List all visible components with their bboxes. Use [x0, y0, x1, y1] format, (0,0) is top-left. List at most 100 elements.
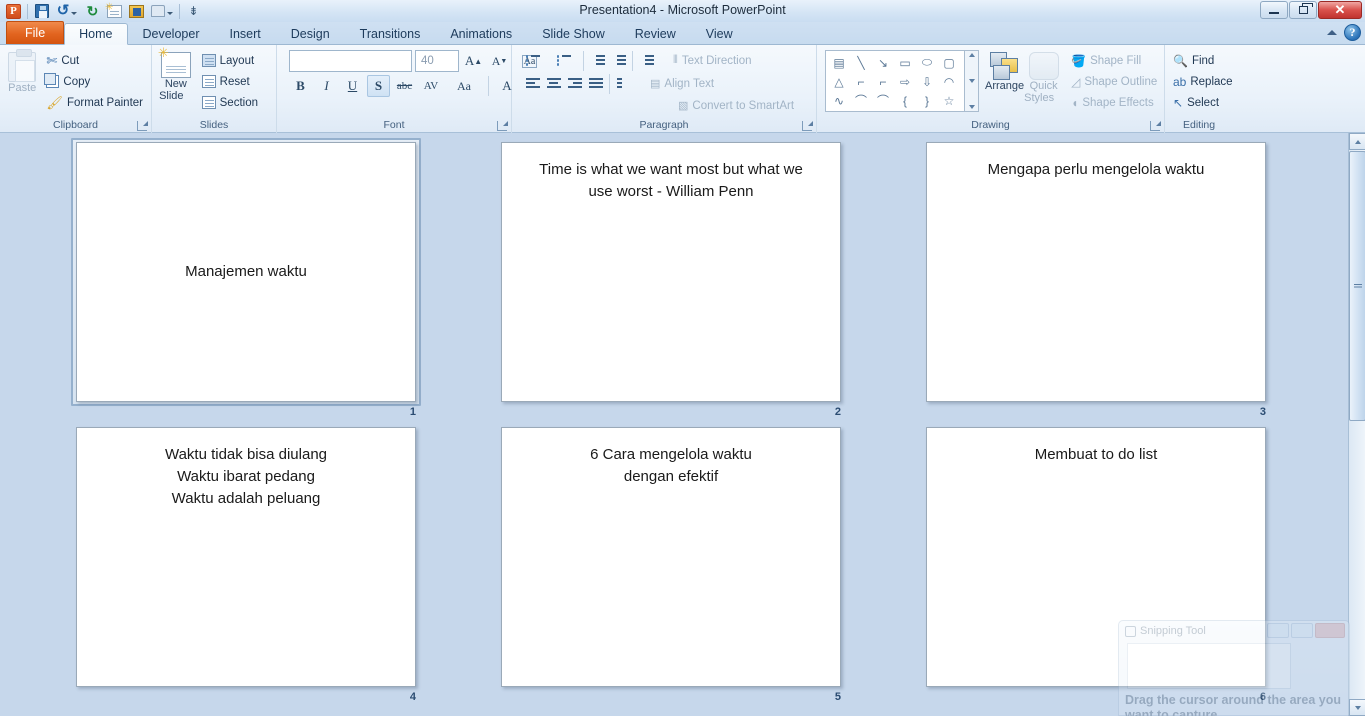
- tab-developer[interactable]: Developer: [128, 22, 215, 44]
- section-button[interactable]: Section: [198, 92, 272, 113]
- shape-textbox-icon[interactable]: ▤: [828, 53, 850, 72]
- shape-right-brace-icon[interactable]: }: [916, 91, 938, 110]
- close-button[interactable]: ✕: [1318, 1, 1362, 19]
- shape-elbow-connector-icon[interactable]: ⌐: [850, 72, 872, 91]
- align-left-button[interactable]: [522, 73, 543, 94]
- text-shadow-button[interactable]: S: [367, 75, 390, 97]
- print-preview-icon[interactable]: [148, 1, 176, 21]
- tab-slide-show[interactable]: Slide Show: [527, 22, 620, 44]
- numbering-button[interactable]: [553, 50, 574, 71]
- slide-sorter-pane[interactable]: Manajemen waktu 1 Time is what we want m…: [0, 133, 1365, 716]
- grow-font-button[interactable]: A ▲: [462, 50, 485, 72]
- insert-picture-icon[interactable]: [126, 1, 147, 21]
- font-size-input[interactable]: 40: [415, 50, 459, 72]
- paste-button[interactable]: Paste: [4, 49, 40, 96]
- align-right-button[interactable]: [564, 73, 585, 94]
- shape-rectangle-icon[interactable]: ▭: [894, 53, 916, 72]
- tab-design[interactable]: Design: [276, 22, 345, 44]
- shape-line-icon[interactable]: ╲: [850, 53, 872, 72]
- change-case-button[interactable]: Aa: [452, 75, 482, 97]
- shape-arc-icon[interactable]: ⌒: [850, 91, 872, 110]
- find-button[interactable]: 🔍 Find: [1169, 50, 1247, 71]
- slide-thumbnail-2[interactable]: Time is what we want most but what we us…: [497, 139, 922, 424]
- redo-icon[interactable]: ↻: [82, 1, 103, 21]
- vertical-scrollbar[interactable]: [1348, 133, 1365, 716]
- slide-5-canvas[interactable]: 6 Cara mengelola waktu dengan efektif: [501, 427, 841, 687]
- shape-fill-button[interactable]: 🪣 Shape Fill: [1067, 50, 1171, 71]
- new-slide-button[interactable]: ✳ New Slide: [156, 46, 196, 102]
- drawing-dialog-launcher-icon[interactable]: [1150, 121, 1161, 131]
- tab-file[interactable]: File: [6, 21, 65, 44]
- columns-button[interactable]: [613, 73, 634, 94]
- decrease-indent-button[interactable]: [587, 50, 608, 71]
- restore-button[interactable]: [1289, 1, 1317, 19]
- scroll-up-button[interactable]: [1349, 133, 1365, 150]
- bold-button[interactable]: B: [289, 75, 312, 97]
- slide-3-canvas[interactable]: Mengapa perlu mengelola waktu: [926, 142, 1266, 402]
- slide-thumbnail-3[interactable]: Mengapa perlu mengelola waktu 3: [922, 139, 1347, 424]
- shape-elbow-arrow-icon[interactable]: ⌐: [872, 72, 894, 91]
- format-painter-button[interactable]: 🖌 Format Painter: [42, 92, 147, 113]
- tab-review[interactable]: Review: [620, 22, 691, 44]
- slide-thumbnail-1[interactable]: Manajemen waktu 1: [71, 138, 497, 424]
- replace-button[interactable]: ab Replace: [1169, 71, 1247, 92]
- shapes-scrollbar[interactable]: [965, 50, 979, 112]
- shape-right-arrow-icon[interactable]: ⇨: [894, 72, 916, 91]
- shapes-scroll-down-icon[interactable]: [968, 79, 975, 83]
- justify-button[interactable]: [585, 73, 606, 94]
- shrink-font-button[interactable]: A ▼: [488, 50, 511, 72]
- minimize-button[interactable]: [1260, 1, 1288, 19]
- text-direction-button[interactable]: ⦀ Text Direction: [669, 50, 766, 71]
- align-text-button[interactable]: ▤ Align Text: [646, 73, 728, 94]
- shape-outline-button[interactable]: ◿ Shape Outline: [1067, 71, 1171, 92]
- shape-cloud-icon[interactable]: ◠: [938, 72, 960, 91]
- paragraph-dialog-launcher-icon[interactable]: [802, 121, 813, 131]
- tab-insert[interactable]: Insert: [214, 22, 275, 44]
- shape-curve-icon[interactable]: ⌒: [872, 91, 894, 110]
- align-center-button[interactable]: [543, 73, 564, 94]
- slide-4-canvas[interactable]: Waktu tidak bisa diulang Waktu ibarat pe…: [76, 427, 416, 687]
- tab-view[interactable]: View: [691, 22, 748, 44]
- font-dialog-launcher-icon[interactable]: [497, 121, 508, 131]
- italic-button[interactable]: I: [315, 75, 338, 97]
- slide-6-canvas[interactable]: Membuat to do list: [926, 427, 1266, 687]
- shape-rounded-rect-icon[interactable]: ▢: [938, 53, 960, 72]
- save-icon[interactable]: [31, 1, 52, 21]
- customize-qat-icon[interactable]: ⇟: [183, 1, 204, 21]
- chevron-up-icon[interactable]: [1327, 30, 1337, 35]
- shapes-grid[interactable]: ▤ ╲ ↘ ▭ ⬭ ▢ △ ⌐ ⌐ ⇨ ⇩ ◠ ∿ ⌒ ⌒ {} ☆: [825, 50, 965, 112]
- shape-arrow-icon[interactable]: ↘: [872, 53, 894, 72]
- tab-transitions[interactable]: Transitions: [345, 22, 436, 44]
- line-spacing-button[interactable]: [636, 50, 657, 71]
- increase-indent-button[interactable]: [608, 50, 629, 71]
- powerpoint-orb-icon[interactable]: P: [3, 1, 24, 21]
- shape-down-arrow-icon[interactable]: ⇩: [916, 72, 938, 91]
- strikethrough-button[interactable]: abc: [393, 75, 416, 97]
- shape-triangle-icon[interactable]: △: [828, 72, 850, 91]
- shape-scribble-icon[interactable]: ∿: [828, 91, 850, 110]
- tab-animations[interactable]: Animations: [435, 22, 527, 44]
- shape-star-icon[interactable]: ☆: [938, 91, 960, 110]
- clipboard-dialog-launcher-icon[interactable]: [137, 121, 148, 131]
- shape-oval-icon[interactable]: ⬭: [916, 53, 938, 72]
- quick-styles-button[interactable]: Quick Styles: [1024, 50, 1063, 104]
- slide-2-canvas[interactable]: Time is what we want most but what we us…: [501, 142, 841, 402]
- shapes-scroll-up-icon[interactable]: [968, 53, 975, 57]
- new-slide-icon[interactable]: ✳: [104, 1, 125, 21]
- cut-button[interactable]: ✄ Cut: [42, 50, 147, 71]
- slide-thumbnail-6[interactable]: Membuat to do list 6: [922, 424, 1347, 709]
- shapes-gallery[interactable]: ▤ ╲ ↘ ▭ ⬭ ▢ △ ⌐ ⌐ ⇨ ⇩ ◠ ∿ ⌒ ⌒ {} ☆: [825, 50, 979, 112]
- select-button[interactable]: ↖ Select: [1169, 92, 1247, 113]
- scrollbar-thumb[interactable]: [1349, 151, 1365, 421]
- shapes-more-icon[interactable]: [968, 105, 975, 109]
- underline-button[interactable]: U: [341, 75, 364, 97]
- copy-button[interactable]: Copy: [42, 71, 147, 92]
- shape-left-brace-icon[interactable]: {: [894, 91, 916, 110]
- scroll-down-button[interactable]: [1349, 699, 1365, 716]
- slide-1-canvas[interactable]: Manajemen waktu: [76, 142, 416, 402]
- slide-thumbnail-5[interactable]: 6 Cara mengelola waktu dengan efektif 5: [497, 424, 922, 709]
- convert-to-smartart-button[interactable]: ▧ Convert to SmartArt: [674, 95, 808, 116]
- reset-button[interactable]: Reset: [198, 71, 272, 92]
- help-icon[interactable]: ?: [1344, 24, 1361, 41]
- shape-effects-button[interactable]: ◖ Shape Effects: [1067, 92, 1171, 113]
